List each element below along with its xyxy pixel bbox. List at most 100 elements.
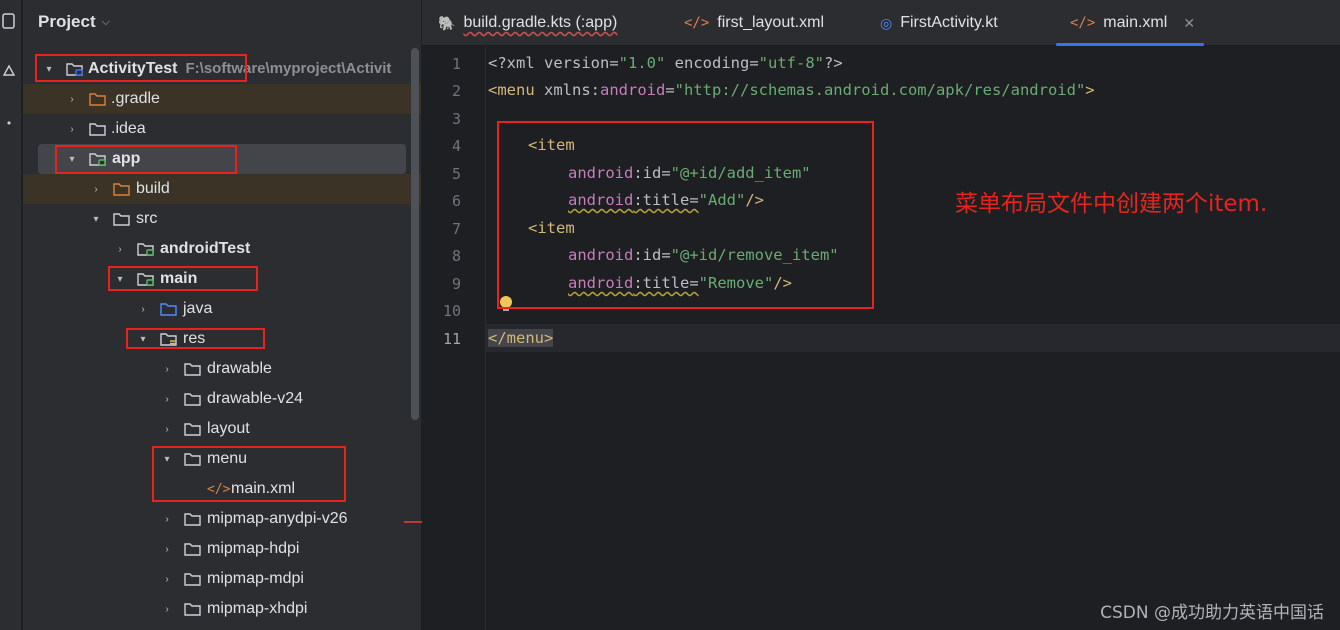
- line-number: 6: [451, 192, 461, 210]
- tab-main-xml[interactable]: </> main.xml ✕: [1056, 0, 1204, 46]
- tree-item-app[interactable]: ▾ app: [23, 144, 421, 174]
- chevron-down-icon[interactable]: ▾: [43, 63, 55, 75]
- code-line-5: android:id="@+id/add_item": [568, 164, 811, 182]
- chevron-right-icon[interactable]: ›: [161, 573, 173, 585]
- gradle-icon: 🐘: [438, 14, 456, 31]
- chevron-right-icon[interactable]: ›: [161, 423, 173, 435]
- chevron-down-icon[interactable]: ▾: [66, 153, 78, 165]
- module-folder-icon: [89, 152, 107, 166]
- line-number: 9: [451, 275, 461, 293]
- tree-item-mipmap-mdpi[interactable]: › mipmap-mdpi: [23, 564, 421, 594]
- folder-icon: [113, 212, 131, 226]
- chevron-right-icon[interactable]: ›: [161, 603, 173, 615]
- kotlin-class-icon: ◎: [880, 14, 893, 31]
- chevron-down-icon[interactable]: ▾: [137, 333, 149, 345]
- tree-item-src[interactable]: ▾ src: [23, 204, 421, 234]
- active-tab-indicator: [1056, 43, 1204, 46]
- tree-item-main-xml[interactable]: </> main.xml: [23, 474, 421, 504]
- tree-item-mipmap-xhdpi[interactable]: › mipmap-xhdpi: [23, 594, 421, 624]
- tree-label: .gradle: [111, 90, 160, 107]
- code-line-7: <item: [528, 219, 575, 237]
- excluded-folder-icon: [113, 182, 131, 196]
- project-path: F:\software\myproject\Activit: [185, 60, 392, 77]
- project-panel-header[interactable]: Project ⌵: [38, 12, 110, 32]
- chevron-down-icon[interactable]: ▾: [114, 273, 126, 285]
- tree-item-res[interactable]: ▾ res: [23, 324, 421, 354]
- tree-item-drawable-v24[interactable]: › drawable-v24: [23, 384, 421, 414]
- tree-label: src: [136, 210, 158, 227]
- tree-item-idea[interactable]: › .idea: [23, 114, 421, 144]
- tree-label: layout: [207, 420, 250, 437]
- xml-file-icon: </>: [1070, 15, 1096, 31]
- tree-item-menu[interactable]: ▾ menu: [23, 444, 421, 474]
- code-line-1: <?xml version="1.0" encoding="utf-8"?>: [488, 54, 843, 72]
- tree-label: drawable-v24: [207, 390, 304, 407]
- tree-item-drawable[interactable]: › drawable: [23, 354, 421, 384]
- line-number: 8: [451, 247, 461, 265]
- tree-item-androidtest[interactable]: › androidTest: [23, 234, 421, 264]
- module-folder-icon: [66, 62, 84, 76]
- tree-label: drawable: [207, 360, 272, 377]
- folder-icon: [184, 392, 202, 406]
- chevron-down-icon[interactable]: ▾: [90, 213, 102, 225]
- excluded-folder-icon: [89, 92, 107, 106]
- tab-first-activity[interactable]: ◎ FirstActivity.kt: [880, 0, 998, 46]
- source-set-folder-icon: [137, 242, 155, 256]
- line-number-gutter[interactable]: 1 2 3 4 5 6 7 8 9 10 11: [422, 47, 486, 630]
- tree-item-activitytest[interactable]: ▾ ActivityTest F:\software\myproject\Acti…: [23, 54, 421, 84]
- folder-icon: [184, 572, 202, 586]
- more-tools-icon[interactable]: •: [0, 114, 18, 132]
- project-tool-icon[interactable]: [0, 12, 18, 30]
- code-line-8: android:id="@+id/remove_item": [568, 246, 839, 264]
- chevron-right-icon[interactable]: ›: [161, 513, 173, 525]
- folder-icon: [89, 122, 107, 136]
- code-line-4: <item: [528, 136, 575, 154]
- chevron-right-icon[interactable]: ›: [161, 393, 173, 405]
- intention-bulb-icon[interactable]: [500, 296, 512, 311]
- tree-item-mipmap-hdpi[interactable]: › mipmap-hdpi: [23, 534, 421, 564]
- tree-label: app: [112, 150, 141, 167]
- tab-label: build.gradle.kts (:app): [463, 14, 618, 31]
- tree-label: res: [183, 330, 206, 347]
- tree-item-layout[interactable]: › layout: [23, 414, 421, 444]
- code-editor[interactable]: 1 2 3 4 5 6 7 8 9 10 11 <?xml version="1…: [422, 47, 1340, 630]
- tree-item-java[interactable]: › java: [23, 294, 421, 324]
- chevron-right-icon[interactable]: ›: [137, 303, 149, 315]
- line-number: 10: [442, 302, 461, 320]
- folder-icon: [184, 602, 202, 616]
- close-icon[interactable]: ✕: [1183, 15, 1195, 32]
- tree-label: mipmap-xhdpi: [207, 600, 308, 617]
- tab-build-gradle[interactable]: 🐘 build.gradle.kts (:app): [438, 0, 617, 46]
- tab-label: main.xml: [1103, 14, 1168, 31]
- project-panel: Project ⌵ ▾ ActivityTest F:\software\mypr…: [23, 0, 421, 630]
- tree-item-main[interactable]: ▾ main: [23, 264, 421, 294]
- tree-item-build[interactable]: › build: [23, 174, 421, 204]
- annotation-text: 菜单布局文件中创建两个item.: [955, 191, 1268, 217]
- chevron-down-icon[interactable]: ▾: [161, 453, 173, 465]
- line-number: 7: [451, 220, 461, 238]
- line-number: 11: [442, 330, 461, 348]
- chevron-right-icon[interactable]: ›: [66, 123, 78, 135]
- structure-tool-icon[interactable]: [0, 62, 18, 80]
- code-line-6: android:title="Add"/>: [568, 191, 764, 209]
- project-panel-title: Project: [38, 12, 96, 31]
- xml-file-icon: </>: [684, 15, 710, 31]
- tree-item-gradle[interactable]: › .gradle: [23, 84, 421, 114]
- line-number: 3: [451, 110, 461, 128]
- source-folder-icon: [160, 302, 178, 316]
- chevron-right-icon[interactable]: ›: [161, 363, 173, 375]
- code-line-2: <menu xmlns:android="http://schemas.andr…: [488, 81, 1095, 99]
- chevron-right-icon[interactable]: ›: [161, 543, 173, 555]
- chevron-right-icon[interactable]: ›: [90, 183, 102, 195]
- chevron-right-icon[interactable]: ›: [66, 93, 78, 105]
- tree-item-mipmap-anydpi[interactable]: › mipmap-anydpi-v26: [23, 504, 421, 534]
- editor-tab-bar: 🐘 build.gradle.kts (:app) </> first_layo…: [422, 0, 1340, 46]
- code-line-9: android:title="Remove"/>: [568, 274, 792, 292]
- chevron-right-icon[interactable]: ›: [114, 243, 126, 255]
- tab-first-layout[interactable]: </> first_layout.xml: [684, 0, 824, 46]
- tree-label: mipmap-mdpi: [207, 570, 304, 587]
- folder-icon: [184, 362, 202, 376]
- tree-scrollbar[interactable]: [411, 48, 419, 420]
- tree-label: mipmap-hdpi: [207, 540, 300, 557]
- tree-label: main.xml: [231, 480, 296, 497]
